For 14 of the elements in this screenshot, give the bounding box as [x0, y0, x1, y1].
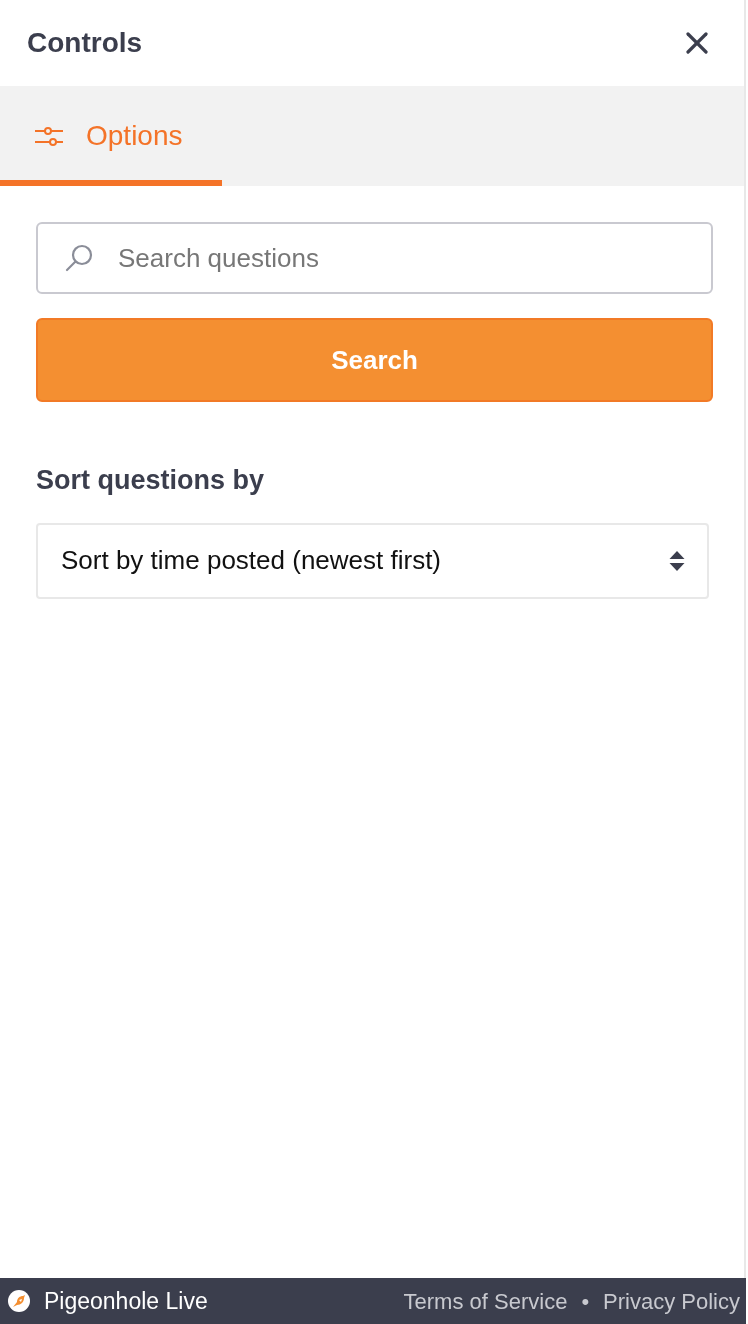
sort-arrows-icon	[669, 549, 685, 572]
search-icon	[64, 243, 94, 273]
footer-link[interactable]: Terms of Service	[403, 1284, 568, 1318]
sort-select[interactable]: Sort by time posted (newest first)	[36, 522, 709, 599]
panel-title: Controls	[27, 26, 143, 60]
close-button[interactable]	[684, 30, 710, 56]
brand-name: Pigeonhole Live	[44, 1286, 208, 1316]
separator-dot: •	[581, 1287, 590, 1316]
search-field[interactable]: Search questions	[36, 222, 713, 294]
sort-label: Sort questions by	[36, 464, 266, 497]
sliders-icon	[34, 125, 64, 147]
close-icon	[686, 32, 708, 54]
logo-icon	[8, 1290, 30, 1312]
footer-link[interactable]: Privacy Policy	[603, 1284, 740, 1318]
